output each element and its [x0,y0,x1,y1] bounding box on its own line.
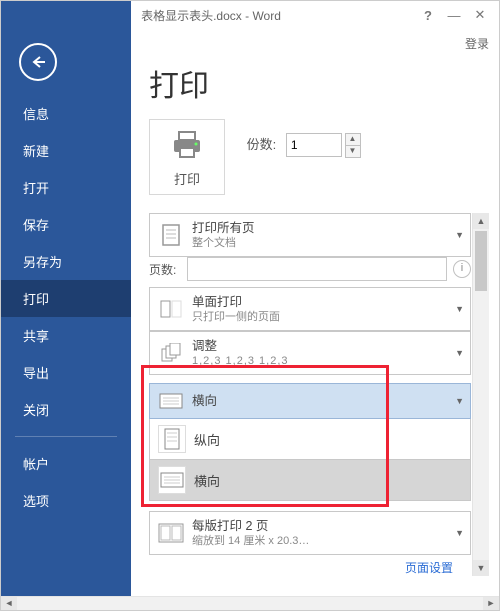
sides-title: 单面打印 [192,294,451,310]
body: 信息 新建 打开 保存 另存为 打印 共享 导出 关闭 帐户 选项 打印 [1,29,499,597]
landscape-icon [158,388,184,414]
pages-per-sheet-dropdown[interactable]: 每版打印 2 页 缩放到 14 厘米 x 20.3… ▼ [149,511,471,555]
orientation-dropdown[interactable]: 横向 ▼ [149,383,471,419]
scroll-left-button[interactable]: ◄ [1,597,17,610]
collate-sub: 1,2,3 1,2,3 1,2,3 [192,354,451,368]
orientation-option-label: 横向 [194,471,220,490]
sidebar: 信息 新建 打开 保存 另存为 打印 共享 导出 关闭 帐户 选项 [1,29,131,597]
copies-spinner: ▲ ▼ [345,133,361,158]
settings: 打印所有页 整个文档 ▼ 页数: i 单面打印 只打印一 [149,213,489,576]
portrait-icon [158,425,186,453]
landscape-icon [158,466,186,494]
nav-close[interactable]: 关闭 [1,391,131,428]
nav-account[interactable]: 帐户 [1,445,131,482]
chevron-down-icon: ▼ [455,348,464,358]
pps-icon [158,520,184,546]
pages-row: 页数: i [149,257,471,281]
nav-print[interactable]: 打印 [1,280,131,317]
collate-title: 调整 [192,338,451,354]
print-pane: 打印 打印 份数: ▲ ▼ [131,29,499,597]
duplex-icon [158,296,184,322]
scroll-thumb[interactable] [475,231,487,291]
titlebar: 表格显示表头.docx - Word ? — ✕ [1,1,499,29]
collate-icon [158,340,184,366]
copies-label: 份数: [247,137,277,152]
minimize-button[interactable]: — [441,8,467,23]
copies-group: 份数: ▲ ▼ [247,133,361,158]
orientation-option-portrait[interactable]: 纵向 [149,419,471,460]
pps-sub: 缩放到 14 厘米 x 20.3… [192,534,451,548]
sides-sub: 只打印一侧的页面 [192,310,451,324]
orientation-option-label: 纵向 [194,430,220,449]
pages-label: 页数: [149,261,187,278]
copies-input[interactable] [286,133,342,157]
nav-options[interactable]: 选项 [1,482,131,519]
nav-open[interactable]: 打开 [1,169,131,206]
print-range-dropdown[interactable]: 打印所有页 整个文档 ▼ [149,213,471,257]
scroll-down-button[interactable]: ▼ [473,560,489,576]
nav-separator [15,436,117,437]
copies-up[interactable]: ▲ [345,133,361,145]
help-button[interactable]: ? [415,8,441,23]
word-backstage: 表格显示表头.docx - Word ? — ✕ 登录 信息 新建 打开 保存 … [0,0,500,611]
nav-save[interactable]: 保存 [1,206,131,243]
chevron-down-icon: ▼ [455,230,464,240]
orientation-group: 横向 ▼ 纵向 横向 [149,383,471,501]
close-button[interactable]: ✕ [467,7,493,23]
vertical-scrollbar[interactable]: ▲ ▼ [472,213,489,576]
collate-dropdown[interactable]: 调整 1,2,3 1,2,3 1,2,3 ▼ [149,331,471,375]
nav-new[interactable]: 新建 [1,132,131,169]
window-title: 表格显示表头.docx - Word [7,7,415,24]
nav-share[interactable]: 共享 [1,317,131,354]
back-button[interactable] [19,43,57,81]
print-header-row: 打印 份数: ▲ ▼ [149,119,489,195]
scroll-right-button[interactable]: ► [483,597,499,610]
printer-icon [170,130,204,160]
print-range-sub: 整个文档 [192,236,451,250]
nav-saveas[interactable]: 另存为 [1,243,131,280]
print-button-label: 打印 [170,169,204,188]
page-title: 打印 [149,61,489,105]
pps-title: 每版打印 2 页 [192,518,451,534]
nav-info[interactable]: 信息 [1,95,131,132]
nav-export[interactable]: 导出 [1,354,131,391]
copies-down[interactable]: ▼ [345,145,361,158]
page-icon [158,222,184,248]
chevron-down-icon: ▼ [455,528,464,538]
pages-input[interactable] [187,257,447,281]
print-button[interactable]: 打印 [149,119,225,195]
chevron-down-icon: ▼ [455,304,464,314]
sides-dropdown[interactable]: 单面打印 只打印一侧的页面 ▼ [149,287,471,331]
chevron-down-icon: ▼ [455,396,464,406]
print-range-title: 打印所有页 [192,220,451,236]
page-setup-link[interactable]: 页面设置 [149,559,453,576]
orientation-option-landscape[interactable]: 横向 [149,460,471,501]
scroll-up-button[interactable]: ▲ [473,213,489,229]
orientation-selected: 横向 [192,393,451,409]
info-icon[interactable]: i [453,260,471,278]
horizontal-scrollbar[interactable]: ◄ ► [1,596,499,610]
